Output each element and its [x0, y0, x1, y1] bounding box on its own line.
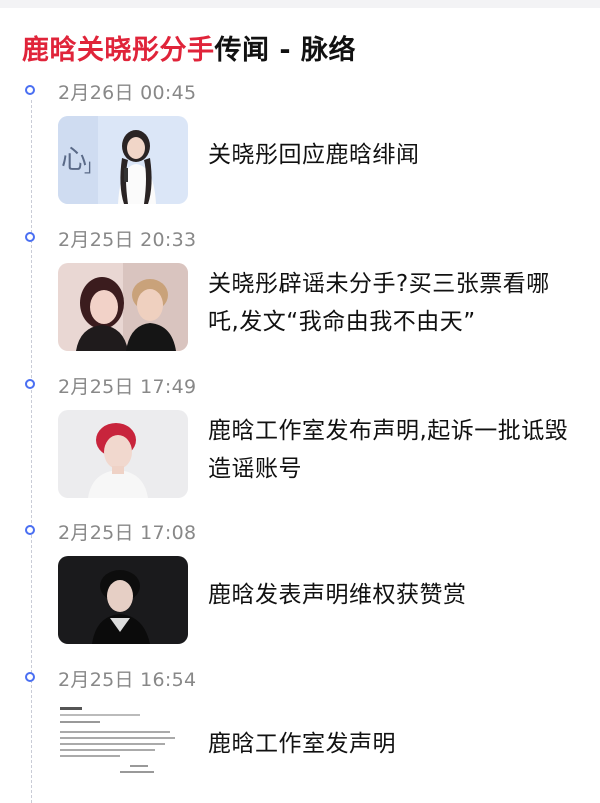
title-highlight: 鹿晗关晓彤分手 — [22, 35, 215, 66]
timeline-dot-icon — [25, 232, 35, 242]
timeline-dot-icon — [25, 525, 35, 535]
timeline-dot-icon — [25, 379, 35, 389]
dark-portrait-photo-icon[interactable] — [58, 556, 188, 644]
event-headline[interactable]: 关晓彤辟谣未分手?买三张票看哪吒,发文“我命由我不由天” — [208, 265, 578, 341]
statement-document-image-icon[interactable] — [58, 703, 188, 801]
press-conference-photo-icon[interactable]: 心 」 — [58, 116, 188, 204]
event-time: 2月25日 17:49 — [58, 376, 197, 398]
portrait-photo-icon[interactable] — [58, 410, 188, 498]
event-headline[interactable]: 鹿晗发表声明维权获赞赏 — [208, 576, 578, 614]
couple-photo-icon[interactable] — [58, 263, 188, 351]
page-title: 鹿晗关晓彤分手传闻 - 脉络 — [22, 28, 356, 67]
event-time: 2月26日 00:45 — [58, 82, 197, 104]
event-headline[interactable]: 鹿晗工作室发声明 — [208, 725, 578, 763]
svg-text:」: 」 — [84, 156, 102, 177]
timeline-dot-icon — [25, 672, 35, 682]
event-time: 2月25日 16:54 — [58, 669, 197, 691]
timeline-dot-icon — [25, 85, 35, 95]
timeline-line — [31, 100, 32, 803]
title-rest: 传闻 - 脉络 — [214, 35, 357, 66]
event-time: 2月25日 20:33 — [58, 229, 197, 251]
event-time: 2月25日 17:08 — [58, 522, 197, 544]
event-headline[interactable]: 关晓彤回应鹿晗绯闻 — [208, 136, 578, 174]
event-headline[interactable]: 鹿晗工作室发布声明,起诉一批诋毁造谣账号 — [208, 412, 578, 488]
top-strip — [0, 0, 600, 8]
